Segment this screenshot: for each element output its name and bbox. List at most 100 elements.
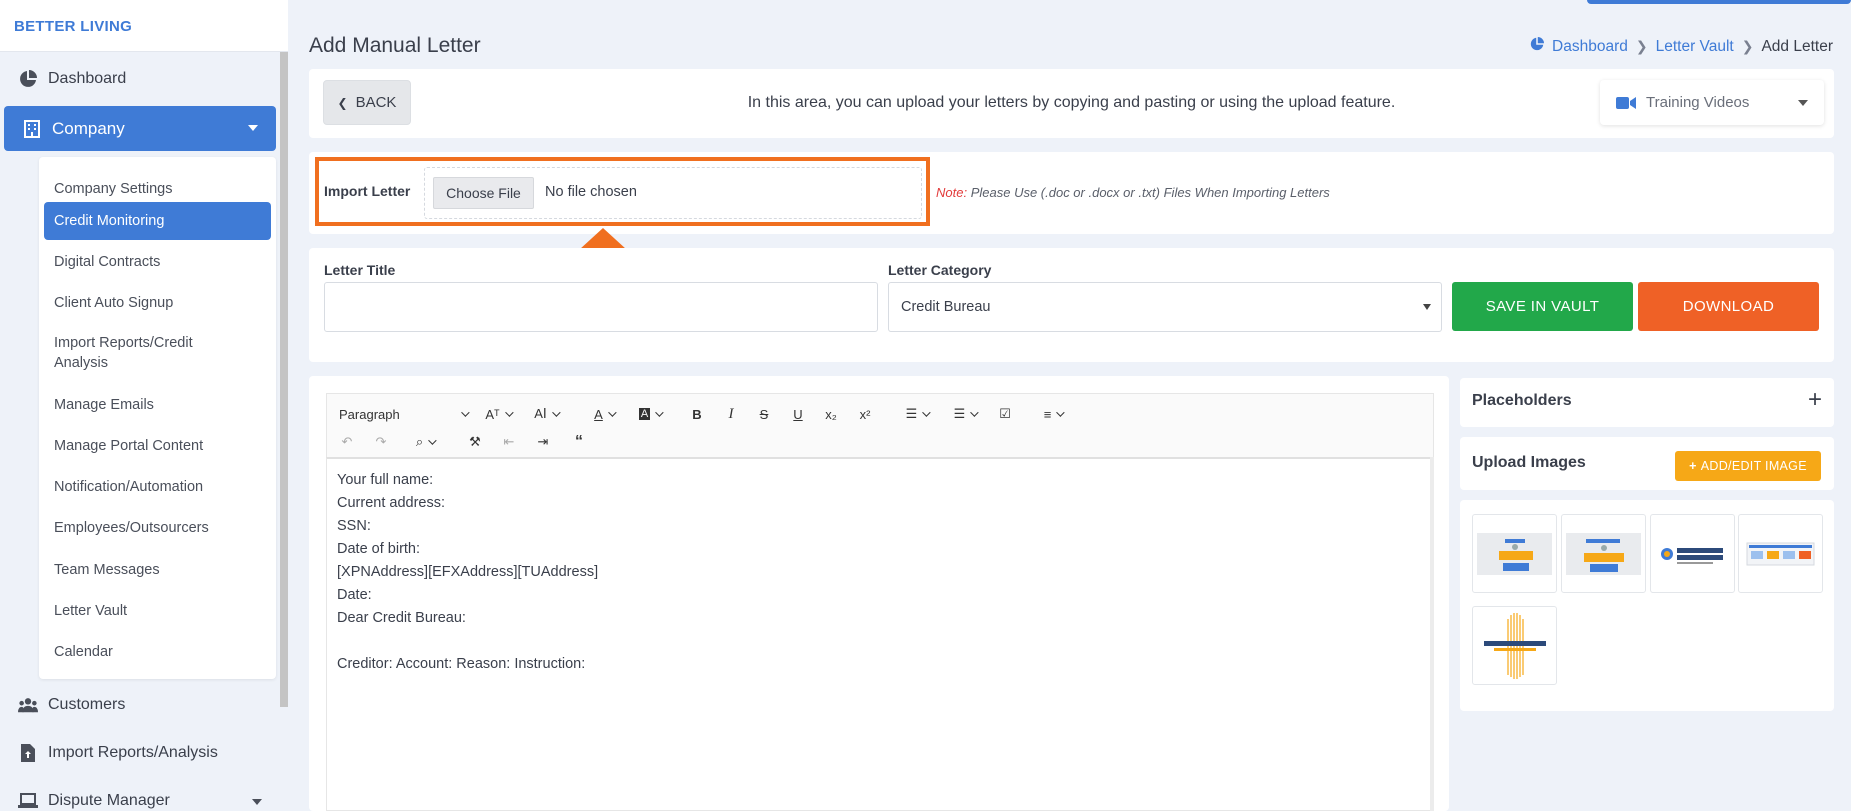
chevron-down-icon bbox=[248, 125, 258, 131]
subscript-icon[interactable]: x₂ bbox=[819, 402, 843, 426]
submenu-item-company-settings[interactable]: Company Settings bbox=[54, 179, 172, 199]
submenu-item-notification-automation[interactable]: Notification/Automation bbox=[54, 477, 203, 497]
find-replace-icon: ⌕ bbox=[415, 434, 424, 449]
upload-images-title: Upload Images bbox=[1472, 454, 1586, 471]
numbered-list-dropdown[interactable]: ☰ bbox=[945, 402, 985, 426]
plus-icon: + bbox=[1689, 459, 1697, 473]
find-replace-dropdown[interactable]: ⌕ bbox=[405, 430, 445, 454]
submenu-item-digital-contracts[interactable]: Digital Contracts bbox=[54, 252, 160, 272]
outdent-icon[interactable]: ⇤ bbox=[497, 430, 521, 454]
image-thumbnail-graphic bbox=[1477, 532, 1552, 575]
placeholders-title: Placeholders bbox=[1472, 392, 1572, 409]
letter-title-label: Letter Title bbox=[324, 262, 396, 278]
letter-category-select[interactable]: Credit Bureau bbox=[888, 282, 1442, 332]
undo-icon[interactable]: ↶ bbox=[335, 430, 359, 454]
italic-icon[interactable]: I bbox=[719, 402, 743, 426]
blockquote-icon[interactable]: “ bbox=[567, 430, 591, 454]
sidebar-item-customers[interactable]: Customers bbox=[0, 683, 280, 727]
image-thumbnail-graphic bbox=[1661, 547, 1723, 564]
breadcrumb: Dashboard ❯ Letter Vault ❯ Add Letter bbox=[1530, 37, 1833, 56]
editor-line: [XPNAddress][EFXAddress][TUAddress] bbox=[337, 564, 599, 580]
editor-line: Creditor: Account: Reason: Instruction: bbox=[337, 656, 586, 672]
plus-icon[interactable]: + bbox=[1808, 388, 1822, 412]
editor-scrollbar[interactable] bbox=[1430, 457, 1434, 811]
chevron-down-icon bbox=[428, 436, 437, 445]
font-family-dropdown[interactable]: AⅠ bbox=[525, 402, 567, 426]
align-left-icon: ≡ bbox=[1043, 406, 1052, 422]
link-icon[interactable]: ⚒ bbox=[463, 430, 487, 454]
editor-line: Dear Credit Bureau: bbox=[337, 610, 466, 626]
chevron-down-icon bbox=[970, 408, 979, 417]
bold-icon[interactable]: B bbox=[685, 402, 709, 426]
submenu-item-calendar[interactable]: Calendar bbox=[54, 642, 113, 662]
chevron-down-icon bbox=[252, 799, 262, 805]
brand-logo-text[interactable]: BETTER LIVING bbox=[14, 18, 132, 35]
submenu-item-manage-emails[interactable]: Manage Emails bbox=[54, 395, 154, 415]
image-thumbnail-graphic bbox=[1746, 542, 1815, 565]
text-align-dropdown[interactable]: ≡ bbox=[1033, 402, 1073, 426]
training-videos-label: Training Videos bbox=[1646, 94, 1750, 111]
info-card: ❮ BACK In this area, you can upload your… bbox=[309, 69, 1834, 138]
highlight-color-dropdown[interactable]: A bbox=[631, 402, 669, 426]
training-videos-dropdown[interactable]: Training Videos bbox=[1600, 80, 1824, 125]
video-camera-icon bbox=[1616, 96, 1636, 110]
sidebar-scrollbar[interactable] bbox=[280, 52, 288, 707]
redo-icon[interactable]: ↷ bbox=[369, 430, 393, 454]
paragraph-style-dropdown[interactable]: Paragraph bbox=[335, 402, 471, 426]
file-upload-icon bbox=[18, 743, 38, 763]
font-color-icon: A bbox=[594, 406, 603, 422]
submenu-item-client-auto-signup[interactable]: Client Auto Signup bbox=[54, 293, 173, 313]
breadcrumb-dashboard[interactable]: Dashboard bbox=[1552, 38, 1628, 56]
image-thumbnail[interactable] bbox=[1650, 514, 1735, 593]
font-color-dropdown[interactable]: A bbox=[585, 402, 623, 426]
download-button[interactable]: DOWNLOAD bbox=[1638, 282, 1819, 331]
todo-list-icon[interactable]: ☑ bbox=[993, 402, 1017, 426]
breadcrumb-letter-vault[interactable]: Letter Vault bbox=[1656, 38, 1734, 56]
sidebar-item-company[interactable]: Company bbox=[4, 106, 276, 151]
sidebar-item-label: Company bbox=[52, 118, 125, 138]
chevron-down-icon bbox=[655, 408, 664, 417]
bulleted-list-dropdown[interactable]: ☰ bbox=[897, 402, 937, 426]
sidebar-item-dispute-manager[interactable]: Dispute Manager bbox=[0, 779, 280, 811]
font-size-icon: Aᵀ bbox=[485, 406, 500, 422]
placeholders-panel[interactable]: Placeholders + bbox=[1460, 378, 1834, 427]
sidebar-item-label: Customers bbox=[48, 696, 126, 713]
pie-chart-icon bbox=[18, 69, 38, 89]
brand-header: BETTER LIVING bbox=[0, 0, 288, 52]
submenu-item-letter-vault[interactable]: Letter Vault bbox=[54, 601, 127, 621]
strikethrough-icon[interactable]: S bbox=[752, 402, 776, 426]
note-prefix: Note: bbox=[936, 185, 968, 200]
submenu-item-employees-outsourcers[interactable]: Employees/Outsourcers bbox=[54, 518, 209, 538]
underline-icon[interactable]: U bbox=[786, 402, 810, 426]
sidebar: BETTER LIVING Dashboard Company Company … bbox=[0, 0, 288, 811]
superscript-icon[interactable]: x² bbox=[853, 402, 877, 426]
pie-chart-icon bbox=[1530, 37, 1545, 56]
sidebar-item-label: Import Reports/Analysis bbox=[48, 744, 218, 761]
chevron-right-icon: ❯ bbox=[1741, 38, 1754, 54]
caret-down-icon bbox=[1423, 304, 1431, 310]
page-title: Add Manual Letter bbox=[309, 34, 481, 57]
image-thumbnail[interactable] bbox=[1738, 514, 1823, 593]
chevron-down-icon bbox=[1798, 100, 1808, 106]
letter-title-input[interactable] bbox=[324, 282, 878, 332]
submenu-item-manage-portal-content[interactable]: Manage Portal Content bbox=[54, 436, 203, 456]
sidebar-item-import-reports[interactable]: Import Reports/Analysis bbox=[0, 731, 280, 775]
submenu-item-team-messages[interactable]: Team Messages bbox=[54, 560, 160, 580]
font-family-icon: AⅠ bbox=[534, 406, 547, 421]
save-in-vault-button[interactable]: SAVE IN VAULT bbox=[1452, 282, 1633, 331]
submenu-item-import-reports[interactable]: Import Reports/Credit Analysis bbox=[54, 333, 244, 373]
indent-icon[interactable]: ⇥ bbox=[531, 430, 555, 454]
chevron-down-icon bbox=[607, 408, 617, 417]
font-size-dropdown[interactable]: Aᵀ bbox=[477, 402, 519, 426]
image-thumbnail[interactable] bbox=[1561, 514, 1646, 593]
letter-editor[interactable]: Your full name: Current address: SSN: Da… bbox=[326, 457, 1434, 811]
submenu-item-credit-monitoring[interactable]: Credit Monitoring bbox=[44, 202, 271, 240]
editor-line: Your full name: bbox=[337, 472, 434, 488]
add-edit-image-button[interactable]: + ADD/EDIT IMAGE bbox=[1675, 451, 1821, 481]
upload-images-header: Upload Images + ADD/EDIT IMAGE bbox=[1460, 437, 1834, 490]
image-thumbnail[interactable] bbox=[1472, 514, 1557, 593]
image-thumbnail-graphic bbox=[1566, 532, 1641, 575]
image-thumbnail[interactable] bbox=[1472, 606, 1557, 685]
sidebar-item-dashboard[interactable]: Dashboard bbox=[0, 57, 280, 101]
